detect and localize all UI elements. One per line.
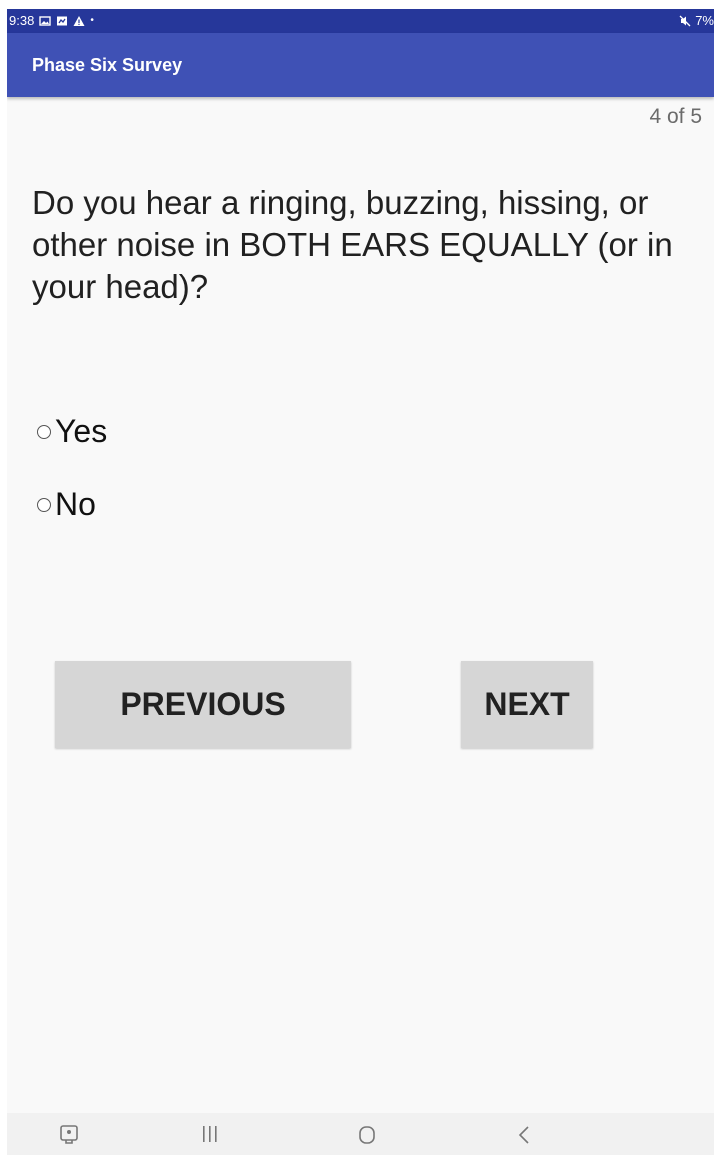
system-nav-bar: [7, 1113, 714, 1155]
radio-button-icon[interactable]: [37, 497, 51, 512]
mute-icon: [679, 15, 691, 26]
status-bar: 9:38 • 7%: [7, 9, 714, 33]
device-screen: 9:38 • 7% Phase Six Survey 4 of 5 Do you…: [7, 9, 714, 1155]
recent-apps-icon[interactable]: [202, 1125, 218, 1143]
next-button[interactable]: NEXT: [461, 661, 593, 748]
option-label: Yes: [55, 413, 108, 449]
app-bar: Phase Six Survey: [7, 33, 714, 97]
status-left: 9:38 •: [9, 13, 94, 28]
option-no[interactable]: No: [37, 486, 96, 523]
screenshot-icon[interactable]: [59, 1124, 79, 1144]
battery-level: 7%: [695, 13, 714, 28]
question-text: Do you hear a ringing, buzzing, hissing,…: [32, 184, 673, 305]
question-progress: 4 of 5: [649, 105, 702, 128]
warning-icon: [73, 15, 85, 26]
gallery-icon: [39, 15, 52, 26]
notification-dot-icon: •: [90, 15, 94, 26]
status-time: 9:38: [9, 13, 35, 28]
option-label: No: [55, 486, 96, 522]
status-right: 7%: [679, 13, 714, 28]
radio-button-icon[interactable]: [37, 424, 51, 439]
previous-button[interactable]: PREVIOUS: [55, 661, 351, 748]
app-title: Phase Six Survey: [32, 55, 183, 75]
back-icon[interactable]: [517, 1125, 531, 1145]
option-yes[interactable]: Yes: [37, 413, 107, 450]
image-notification-icon: [57, 16, 68, 25]
home-icon[interactable]: [357, 1125, 377, 1145]
